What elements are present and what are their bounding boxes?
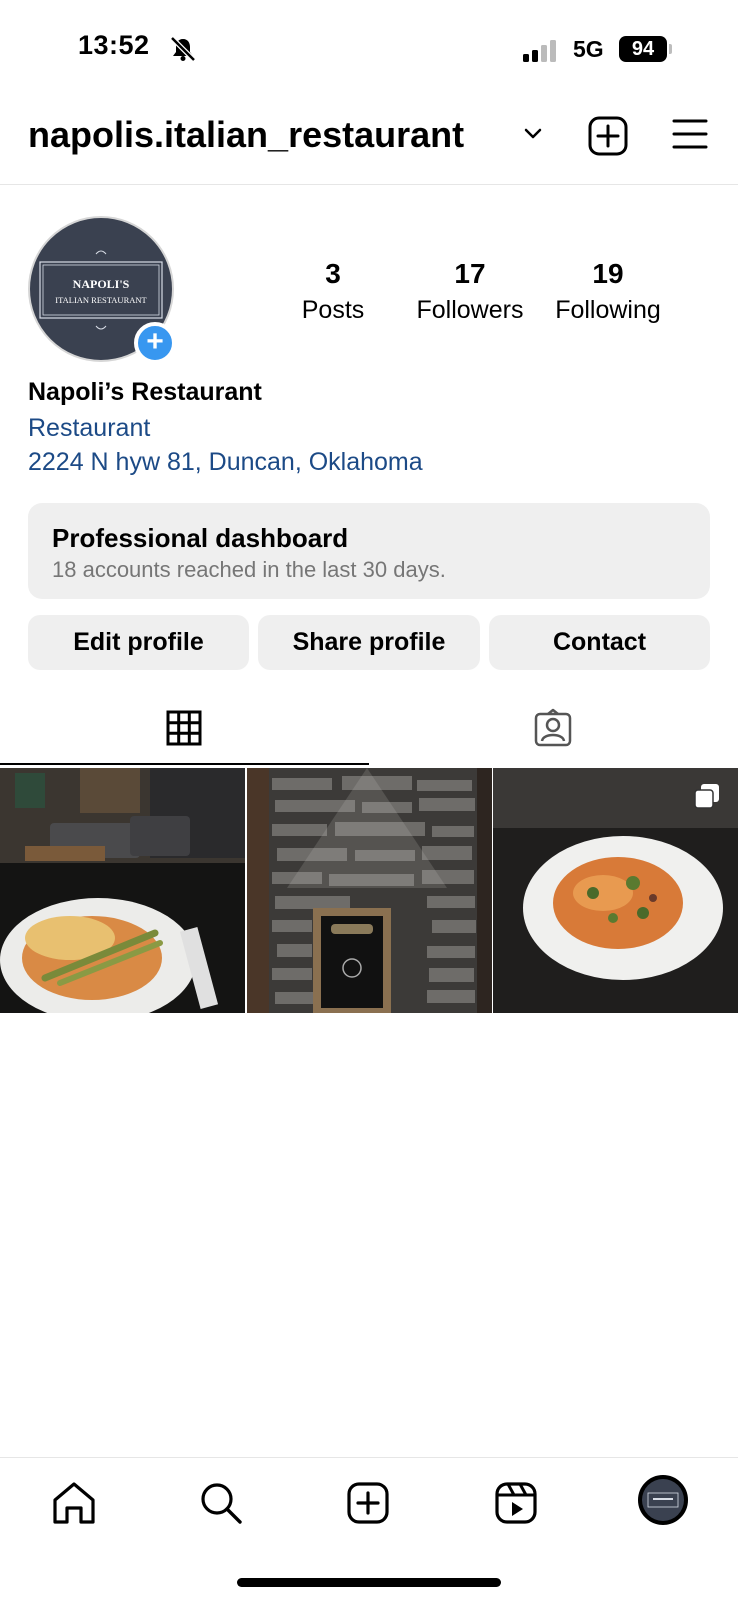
stat-following[interactable]: 19 Following bbox=[538, 258, 678, 325]
tab-tagged[interactable] bbox=[369, 690, 738, 766]
napolis-logo bbox=[642, 1479, 684, 1521]
menu-icon[interactable] bbox=[672, 118, 708, 150]
carousel-icon bbox=[694, 784, 719, 809]
stat-following-count: 19 bbox=[592, 258, 624, 289]
nav-divider bbox=[0, 1457, 738, 1458]
stat-following-label: Following bbox=[555, 296, 661, 324]
dashboard-subtitle: 18 accounts reached in the last 30 days. bbox=[52, 557, 446, 582]
create-icon[interactable] bbox=[343, 1478, 393, 1528]
post-image bbox=[247, 768, 492, 1013]
stat-posts-label: Posts bbox=[301, 296, 365, 324]
stat-followers[interactable]: 17 Followers bbox=[400, 258, 540, 325]
chevron-down-icon[interactable] bbox=[524, 128, 542, 140]
home-icon[interactable] bbox=[49, 1478, 99, 1528]
add-story-button[interactable]: + bbox=[134, 322, 176, 364]
post-stone-wall-sign[interactable] bbox=[247, 768, 492, 1013]
edit-profile-button[interactable]: Edit profile bbox=[28, 615, 249, 670]
display-name: Napoli’s Restaurant bbox=[28, 378, 262, 406]
battery-icon: 94 bbox=[619, 36, 667, 62]
post-image bbox=[0, 768, 245, 1013]
profile-avatar[interactable] bbox=[638, 1475, 688, 1525]
share-profile-button[interactable]: Share profile bbox=[258, 615, 480, 670]
post-restaurant-interior-pasta[interactable] bbox=[0, 768, 245, 1013]
active-tab-indicator bbox=[0, 763, 369, 765]
tagged-icon bbox=[534, 708, 572, 747]
tab-posts-grid[interactable] bbox=[0, 690, 369, 766]
stat-followers-count: 17 bbox=[454, 258, 486, 289]
search-icon[interactable] bbox=[196, 1478, 246, 1528]
address-link[interactable]: 2224 N hyw 81, Duncan, Oklahoma bbox=[28, 448, 423, 477]
signal-icon bbox=[523, 40, 556, 62]
post-penne-plate[interactable] bbox=[493, 768, 738, 1013]
stat-followers-label: Followers bbox=[416, 296, 524, 324]
reels-icon[interactable] bbox=[491, 1478, 541, 1528]
contact-button[interactable]: Contact bbox=[489, 615, 710, 670]
network-label: 5G bbox=[573, 36, 604, 62]
status-time: 13:52 bbox=[78, 30, 150, 60]
grid-icon bbox=[166, 710, 202, 746]
professional-dashboard[interactable]: Professional dashboard 18 accounts reach… bbox=[28, 503, 710, 599]
account-switcher[interactable]: napolis.italian_restaurant bbox=[28, 114, 464, 156]
home-indicator bbox=[237, 1578, 501, 1587]
dashboard-title: Professional dashboard bbox=[52, 523, 349, 553]
category-link[interactable]: Restaurant bbox=[28, 414, 150, 443]
new-post-icon[interactable] bbox=[588, 116, 628, 156]
header-divider bbox=[0, 184, 738, 185]
stat-posts[interactable]: 3 Posts bbox=[263, 258, 403, 325]
stat-posts-count: 3 bbox=[325, 258, 341, 289]
svg-text:NAPOLI'S: NAPOLI'S bbox=[73, 277, 130, 291]
bell-muted-icon bbox=[170, 36, 196, 62]
battery-tip bbox=[669, 44, 672, 54]
svg-text:ITALIAN RESTAURANT: ITALIAN RESTAURANT bbox=[55, 295, 147, 305]
